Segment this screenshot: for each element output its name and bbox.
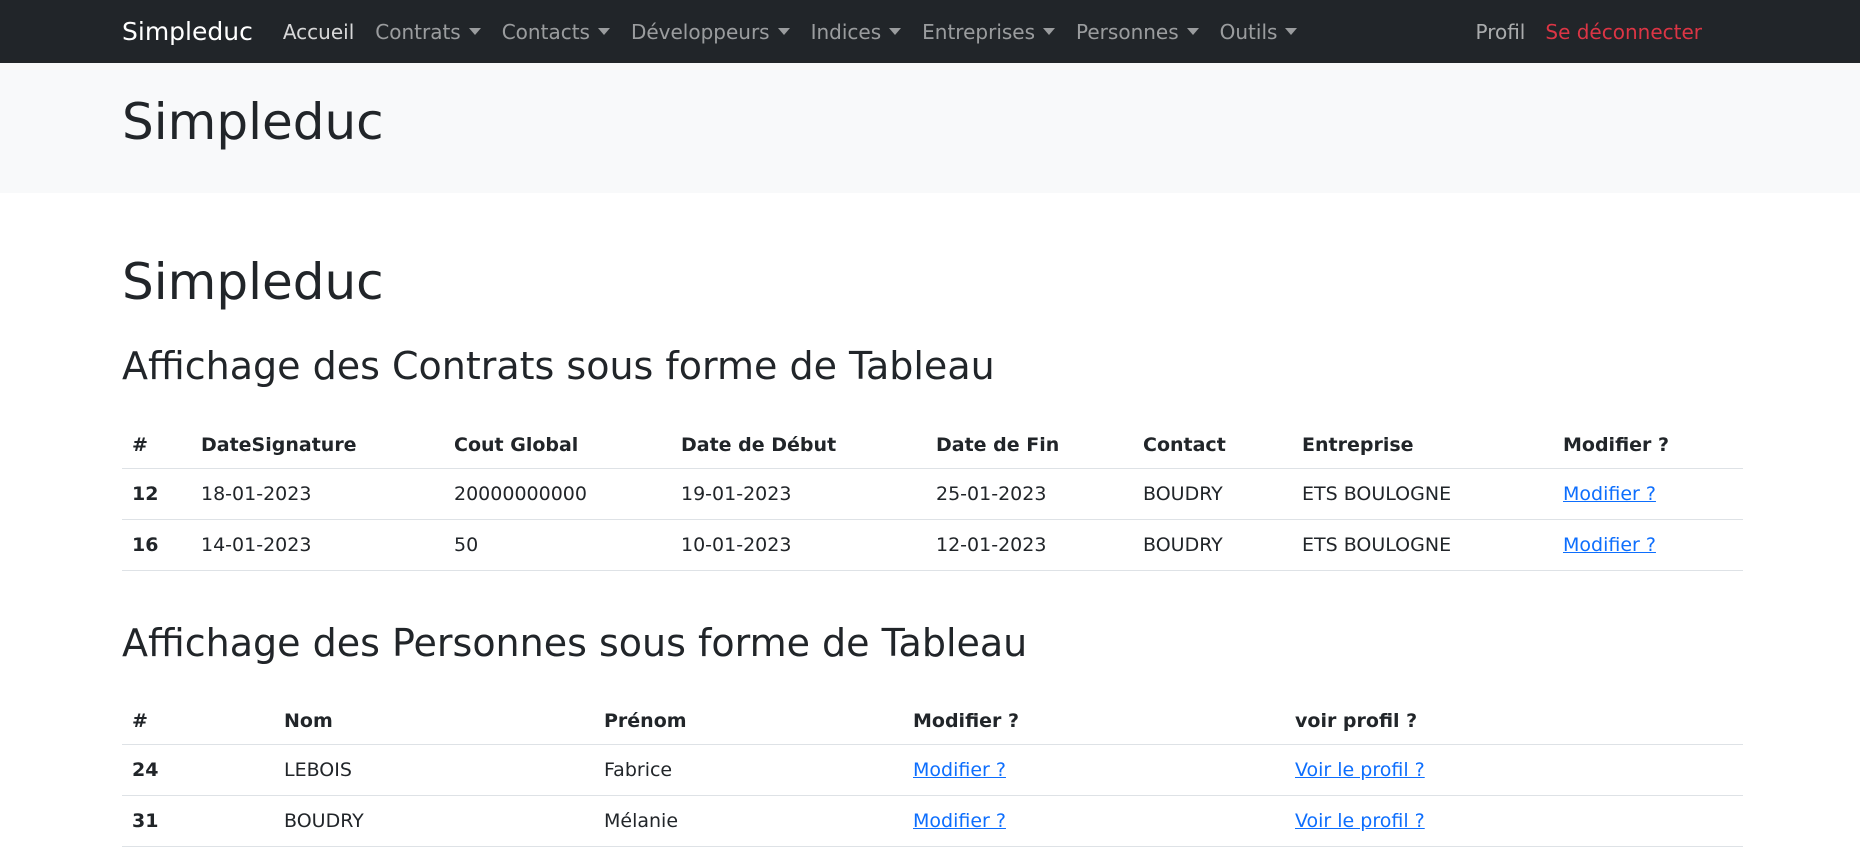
col-prenom: Prénom xyxy=(594,694,903,745)
contrats-heading: Affichage des Contrats sous forme de Tab… xyxy=(122,344,995,388)
personnes-table: # Nom Prénom Modifier ? voir profil ? 24… xyxy=(122,694,1743,847)
cell-date-fin: 12-01-2023 xyxy=(926,519,1133,571)
nav-item-label: Accueil xyxy=(282,19,355,44)
col-entreprise: Entreprise xyxy=(1292,418,1553,469)
cell-date-signature: 18-01-2023 xyxy=(191,468,444,520)
caret-down-icon xyxy=(1285,28,1298,35)
nav-item-personnes[interactable]: Personnes xyxy=(1076,20,1199,44)
cell-entreprise: ETS BOULOGNE xyxy=(1292,468,1553,520)
cell-contact: BOUDRY xyxy=(1133,468,1292,520)
caret-down-icon xyxy=(597,28,610,35)
top-navbar: Simpleduc Accueil Contrats Contacts Déve… xyxy=(0,0,1860,63)
nav-item-contacts[interactable]: Contacts xyxy=(502,20,610,44)
caret-down-icon xyxy=(1186,28,1199,35)
table-header-row: # Nom Prénom Modifier ? voir profil ? xyxy=(122,694,1743,745)
cell-id: 31 xyxy=(122,795,274,847)
col-id: # xyxy=(122,694,274,745)
cell-cout-global: 50 xyxy=(444,519,671,571)
caret-down-icon xyxy=(777,28,790,35)
modifier-link[interactable]: Modifier ? xyxy=(1563,534,1656,556)
cell-modifier: Modifier ? xyxy=(903,795,1285,847)
col-modifier: Modifier ? xyxy=(903,694,1285,745)
nav-item-label: Contacts xyxy=(501,19,590,44)
nav-item-entreprises[interactable]: Entreprises xyxy=(922,19,1056,44)
nav-item-label: Entreprises xyxy=(922,19,1036,44)
cell-prenom: Mélanie xyxy=(594,795,903,847)
caret-down-icon xyxy=(1043,28,1056,35)
col-id: # xyxy=(122,418,191,469)
cell-id: 24 xyxy=(122,744,274,796)
cell-modifier: Modifier ? xyxy=(1553,468,1743,520)
table-row: 31 BOUDRY Mélanie Modifier ? Voir le pro… xyxy=(122,795,1743,847)
navbar-brand[interactable]: Simpleduc xyxy=(122,17,253,46)
caret-down-icon xyxy=(468,28,481,35)
nav-item-label: Indices xyxy=(810,19,882,44)
col-nom: Nom xyxy=(274,694,594,745)
table-row: 24 LEBOIS Fabrice Modifier ? Voir le pro… xyxy=(122,744,1743,796)
col-date-fin: Date de Fin xyxy=(926,418,1133,469)
nav-item-outils[interactable]: Outils xyxy=(1220,20,1298,44)
nav-item-indices[interactable]: Indices xyxy=(811,20,902,44)
navbar-right: Profil Se déconnecter xyxy=(1475,20,1738,44)
cell-modifier: Modifier ? xyxy=(1553,519,1743,571)
nav-item-developpeurs[interactable]: Développeurs xyxy=(631,20,790,44)
cell-nom: BOUDRY xyxy=(274,795,594,847)
modifier-link[interactable]: Modifier ? xyxy=(1563,483,1656,505)
nav-item-label: Contrats xyxy=(375,19,461,44)
table-row: 16 14-01-2023 50 10-01-2023 12-01-2023 B… xyxy=(122,519,1743,571)
hero-title: Simpleduc xyxy=(122,93,384,151)
cell-date-debut: 19-01-2023 xyxy=(671,468,926,520)
voir-profil-link[interactable]: Voir le profil ? xyxy=(1295,810,1425,832)
personnes-heading: Affichage des Personnes sous forme de Ta… xyxy=(122,620,1028,665)
col-modifier: Modifier ? xyxy=(1553,418,1743,469)
page-title: Simpleduc xyxy=(122,253,384,311)
col-voir-profil: voir profil ? xyxy=(1285,694,1743,745)
col-contact: Contact xyxy=(1133,418,1292,469)
cell-entreprise: ETS BOULOGNE xyxy=(1292,519,1553,571)
navbar-inner: Simpleduc Accueil Contrats Contacts Déve… xyxy=(122,0,1738,63)
nav-item-contrats[interactable]: Contrats xyxy=(375,19,481,44)
logout-link[interactable]: Se déconnecter xyxy=(1545,20,1702,44)
cell-date-debut: 10-01-2023 xyxy=(671,519,926,571)
col-date-debut: Date de Début xyxy=(671,418,926,469)
cell-prenom: Fabrice xyxy=(594,744,903,796)
main-content: Simpleduc Affichage des Contrats sous fo… xyxy=(122,253,1743,847)
cell-cout-global: 20000000000 xyxy=(444,468,671,520)
cell-contact: BOUDRY xyxy=(1133,519,1292,571)
profile-link[interactable]: Profil xyxy=(1475,20,1525,44)
cell-voir-profil: Voir le profil ? xyxy=(1285,744,1743,796)
cell-id: 12 xyxy=(122,468,191,520)
cell-date-signature: 14-01-2023 xyxy=(191,519,444,571)
cell-date-fin: 25-01-2023 xyxy=(926,468,1133,520)
caret-down-icon xyxy=(889,28,902,35)
cell-modifier: Modifier ? xyxy=(903,744,1285,796)
contrats-table: # DateSignature Cout Global Date de Débu… xyxy=(122,418,1743,571)
modifier-link[interactable]: Modifier ? xyxy=(913,759,1006,781)
voir-profil-link[interactable]: Voir le profil ? xyxy=(1295,759,1425,781)
col-date-signature: DateSignature xyxy=(191,418,444,469)
nav-item-label: Outils xyxy=(1219,19,1278,44)
table-header-row: # DateSignature Cout Global Date de Débu… xyxy=(122,418,1743,469)
cell-voir-profil: Voir le profil ? xyxy=(1285,795,1743,847)
table-row: 12 18-01-2023 20000000000 19-01-2023 25-… xyxy=(122,468,1743,520)
col-cout-global: Cout Global xyxy=(444,418,671,469)
hero-banner: Simpleduc xyxy=(0,63,1860,193)
cell-id: 16 xyxy=(122,519,191,571)
nav-item-accueil[interactable]: Accueil xyxy=(283,20,354,44)
modifier-link[interactable]: Modifier ? xyxy=(913,810,1006,832)
cell-nom: LEBOIS xyxy=(274,744,594,796)
nav-item-label: Personnes xyxy=(1076,19,1179,44)
nav-item-label: Développeurs xyxy=(630,19,770,44)
